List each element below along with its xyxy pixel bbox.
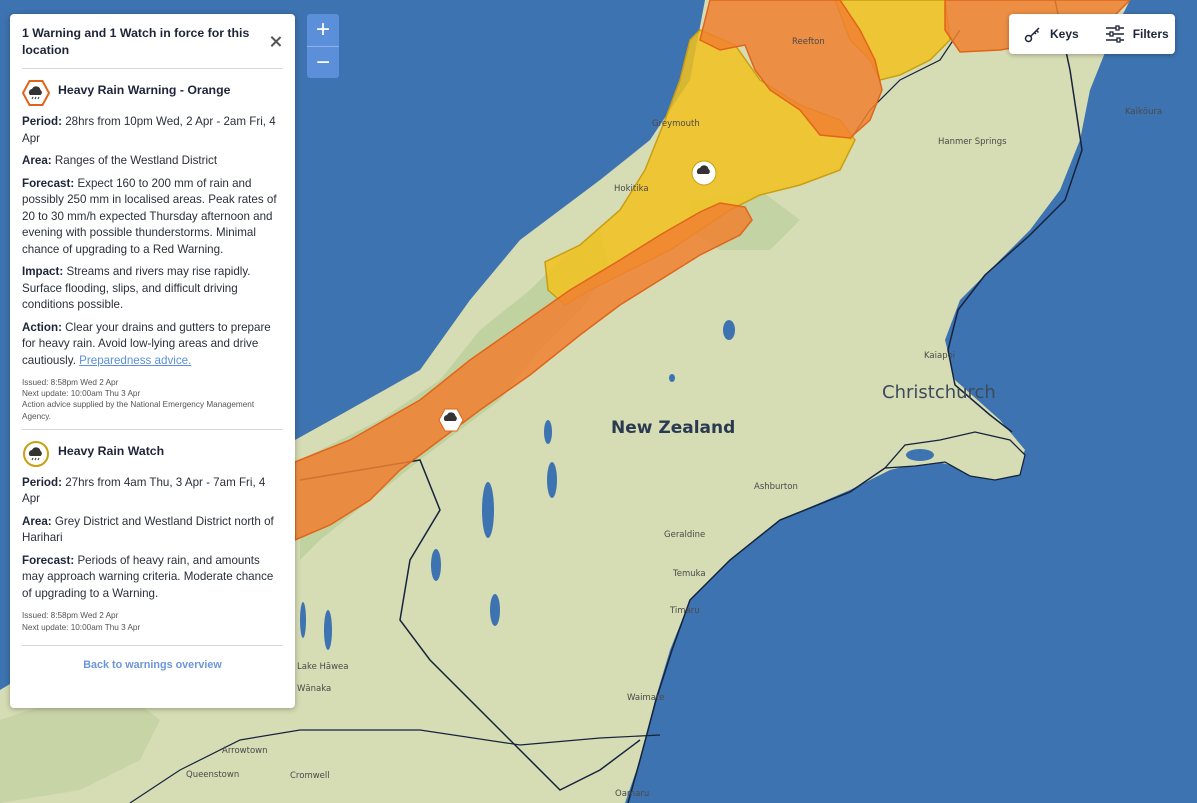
- filters-button[interactable]: Filters: [1105, 25, 1169, 43]
- city-label: Christchurch: [882, 382, 996, 403]
- lake: [906, 449, 934, 461]
- lake: [490, 594, 500, 626]
- next-update: Next update: 10:00am Thu 3 Apr: [22, 622, 141, 632]
- place-label: Kaikōura: [1125, 107, 1162, 117]
- lake: [482, 482, 494, 538]
- close-icon[interactable]: [269, 35, 283, 49]
- warning-action: Action: Clear your drains and gutters to…: [22, 320, 271, 367]
- place-label: Temuka: [672, 569, 706, 579]
- warning-details-panel: 1 Warning and 1 Watch in force for this …: [10, 14, 295, 708]
- warning-forecast: Forecast: Expect 160 to 200 mm of rain a…: [22, 176, 277, 256]
- place-label: Queenstown: [186, 770, 239, 780]
- watch-area: Area: Grey District and Westland Distric…: [22, 514, 274, 545]
- next-update: Next update: 10:00am Thu 3 Apr: [22, 389, 141, 399]
- watch-marker[interactable]: [691, 160, 717, 186]
- watch-period: Period: 27hrs from 4am Thu, 3 Apr - 7am …: [22, 475, 266, 506]
- panel-title: 1 Warning and 1 Watch in force for this …: [22, 26, 250, 57]
- issued-time: Issued: 8:58pm Wed 2 Apr: [22, 611, 119, 621]
- place-label: Wānaka: [297, 684, 331, 694]
- lake: [547, 462, 557, 498]
- place-label: Hokitika: [614, 184, 649, 194]
- watch-forecast: Forecast: Periods of heavy rain, and amo…: [22, 553, 274, 600]
- warning-impact: Impact: Streams and rivers may rise rapi…: [22, 265, 251, 311]
- place-label: Reefton: [792, 37, 825, 47]
- watch-item: Heavy Rain Watch Period: 27hrs from 4am …: [22, 430, 283, 646]
- issued-time: Issued: 8:58pm Wed 2 Apr: [22, 378, 119, 387]
- lake: [431, 549, 441, 581]
- lake: [669, 374, 675, 382]
- place-label: Waimate: [627, 693, 664, 703]
- watch-title: Heavy Rain Watch: [58, 443, 165, 458]
- warning-area: Area: Ranges of the Westland District: [22, 154, 218, 167]
- keys-button[interactable]: Keys: [1024, 25, 1079, 43]
- rain-cloud-circle-yellow-icon: [23, 440, 49, 467]
- sliders-icon: [1105, 25, 1124, 43]
- map-toolbar: Keys Filters: [1009, 14, 1175, 54]
- place-label: Arrowtown: [222, 746, 268, 756]
- country-label: New Zealand: [611, 418, 735, 438]
- place-label: Oamaru: [615, 789, 649, 799]
- lake: [723, 320, 735, 340]
- zoom-out-button[interactable]: −: [307, 47, 339, 79]
- place-label: Kaiapoi: [924, 351, 955, 361]
- lake: [300, 602, 306, 638]
- keys-label: Keys: [1050, 27, 1079, 41]
- back-to-overview-link[interactable]: Back to warnings overview: [22, 646, 283, 671]
- key-icon: [1024, 27, 1040, 43]
- zoom-in-button[interactable]: +: [307, 14, 339, 46]
- rain-cloud-hexagon-orange-icon: [22, 80, 50, 106]
- warning-title: Heavy Rain Warning - Orange: [58, 83, 231, 97]
- warning-period: Period: 28hrs from 10pm Wed, 2 Apr - 2am…: [22, 115, 276, 145]
- panel-header: 1 Warning and 1 Watch in force for this …: [22, 25, 283, 69]
- place-label: Lake Hāwea: [297, 662, 349, 672]
- zoom-control: + −: [307, 14, 339, 78]
- place-label: Ashburton: [754, 482, 798, 492]
- place-label: Geraldine: [664, 530, 705, 540]
- watch-meta: Issued: 8:58pm Wed 2 Apr Next update: 10…: [22, 610, 283, 632]
- place-label: Greymouth: [652, 119, 700, 129]
- place-label: Cromwell: [290, 771, 330, 781]
- lake: [544, 420, 552, 444]
- filters-label: Filters: [1132, 27, 1169, 41]
- warning-meta: Issued: 8:58pm Wed 2 Apr Next update: 10…: [22, 377, 283, 422]
- lake: [324, 610, 332, 650]
- preparedness-advice-link[interactable]: Preparedness advice.: [79, 354, 191, 367]
- advice-source: Action advice supplied by the National E…: [22, 400, 255, 421]
- warning-item: Heavy Rain Warning - Orange Period: 28hr…: [22, 69, 283, 430]
- place-label: Timaru: [669, 606, 700, 616]
- place-label: Hanmer Springs: [938, 137, 1007, 147]
